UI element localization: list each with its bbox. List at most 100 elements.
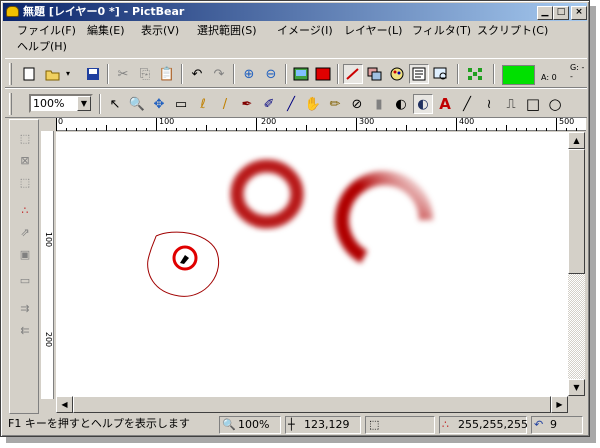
redo-icon[interactable]: ↷ bbox=[209, 64, 229, 84]
frame-icon[interactable]: ▭ bbox=[15, 270, 35, 290]
open-icon[interactable] bbox=[43, 64, 63, 84]
magic-wand-icon[interactable]: / bbox=[215, 94, 235, 114]
menu-view[interactable]: 表示(V) bbox=[139, 23, 181, 39]
standard-toolbar: ▾ ✂ ⎘ 📋 ↶ ↷ ⊕ ⊖ A: 0 G: -- bbox=[5, 58, 587, 88]
toolbar-grip[interactable] bbox=[9, 63, 12, 85]
pictbear-app-icon[interactable] bbox=[6, 6, 19, 17]
brush-icon[interactable]: ╱ bbox=[281, 94, 301, 114]
brush-stroke-arc bbox=[335, 171, 433, 264]
line-icon[interactable]: ╱ bbox=[457, 94, 477, 114]
status-zoom: 🔍 100% bbox=[219, 416, 281, 434]
status-coords: ┼ 123,129 bbox=[285, 416, 361, 434]
preview-icon[interactable] bbox=[431, 64, 451, 84]
vertical-scrollbar[interactable]: ▲ ▼ bbox=[568, 132, 585, 396]
curve-icon[interactable]: ≀ bbox=[479, 94, 499, 114]
text-tool-icon[interactable]: A bbox=[435, 94, 455, 114]
move-icon[interactable]: ✥ bbox=[149, 94, 169, 114]
transform-icon[interactable]: ⇗ bbox=[15, 222, 35, 242]
paste-icon[interactable]: 📋 bbox=[157, 64, 177, 84]
horizontal-scroll-thumb[interactable] bbox=[73, 396, 551, 413]
undo-icon[interactable]: ↶ bbox=[187, 64, 207, 84]
airbrush-icon[interactable]: ✏ bbox=[325, 94, 345, 114]
window-title: 無題 [レイヤー0 *] - PictBear bbox=[23, 5, 185, 18]
new-icon[interactable] bbox=[19, 64, 39, 84]
horizontal-ruler: 0 100 200 300 400 500 bbox=[56, 117, 586, 131]
menu-layer[interactable]: レイヤー(L) bbox=[342, 23, 404, 39]
scroll-left-button[interactable]: ◀ bbox=[56, 396, 73, 413]
undo-status-icon: ↶ bbox=[534, 418, 544, 431]
palette-icon[interactable] bbox=[387, 64, 407, 84]
rect-select-icon[interactable]: ▭ bbox=[171, 94, 191, 114]
grid-icon[interactable] bbox=[465, 64, 485, 84]
tools-toolbar: 100% ▼ ↖ 🔍 ✥ ▭ ℓ / ✒ ✐ ╱ ✋ ✏ ⊘ ▮ ◐ ◐ A ╱… bbox=[5, 88, 587, 118]
app-window: 無題 [レイヤー0 *] - PictBear ▁ □ × ファイル(F) 編集… bbox=[0, 0, 590, 437]
menu-script[interactable]: スクリプト(C) bbox=[475, 23, 550, 39]
eraser-icon[interactable]: ▮ bbox=[369, 94, 389, 114]
ellipse-icon[interactable]: ○ bbox=[545, 94, 565, 114]
red-fill-icon[interactable] bbox=[313, 64, 333, 84]
menu-filter[interactable]: フィルタ(T) bbox=[410, 23, 473, 39]
pen-icon[interactable]: ✒ bbox=[237, 94, 257, 114]
zoom-status-icon: 🔍 bbox=[222, 418, 236, 431]
selection-size-icon: ⬚ bbox=[369, 418, 380, 431]
status-undo-value: 9 bbox=[550, 418, 557, 431]
eyedropper-icon[interactable]: ⊘ bbox=[347, 94, 367, 114]
foreground-color-swatch[interactable] bbox=[502, 65, 535, 85]
scroll-down-button[interactable]: ▼ bbox=[568, 379, 585, 396]
deselect-icon[interactable]: ⊠ bbox=[15, 150, 35, 170]
toolbar-grip[interactable] bbox=[9, 93, 12, 115]
lasso-outline bbox=[147, 231, 220, 297]
properties-icon[interactable] bbox=[409, 64, 429, 84]
menu-image[interactable]: イメージ(I) bbox=[275, 23, 335, 39]
open-dropdown-icon[interactable]: ▾ bbox=[63, 64, 73, 84]
vertical-ruler: 100 200 bbox=[41, 131, 54, 399]
close-button[interactable]: × bbox=[571, 6, 587, 20]
ruler-label: 400 bbox=[459, 117, 475, 126]
cut-icon[interactable]: ✂ bbox=[113, 64, 133, 84]
copy-icon[interactable]: ⎘ bbox=[135, 64, 155, 84]
ruler-label: 200 bbox=[261, 117, 277, 126]
pencil-icon[interactable]: ✐ bbox=[259, 94, 279, 114]
scroll-up-button[interactable]: ▲ bbox=[568, 132, 585, 149]
horizontal-scrollbar[interactable]: ◀ ▶ bbox=[56, 396, 568, 413]
duplicate-icon[interactable]: ▣ bbox=[15, 244, 35, 264]
blur-icon[interactable]: ◐ bbox=[413, 94, 433, 114]
title-bar[interactable]: 無題 [レイヤー0 *] - PictBear ▁ □ × bbox=[3, 3, 587, 21]
status-selection-size: ⬚ bbox=[365, 416, 435, 434]
zoom-tool-icon[interactable]: 🔍 bbox=[127, 94, 147, 114]
lasso-icon[interactable]: ℓ bbox=[193, 94, 213, 114]
layer-icon[interactable] bbox=[365, 64, 385, 84]
color-mode-icon[interactable]: ∴ bbox=[15, 200, 35, 220]
chevron-down-icon[interactable]: ▼ bbox=[77, 96, 91, 111]
drawing-canvas[interactable] bbox=[56, 132, 568, 396]
zoom-in-icon[interactable]: ⊕ bbox=[239, 64, 259, 84]
gradient-icon[interactable]: ◐ bbox=[391, 94, 411, 114]
status-help-text: F1 キーを押すとヘルプを表示します bbox=[8, 417, 190, 430]
canvas-drawing bbox=[147, 159, 433, 297]
menu-selection[interactable]: 選択範囲(S) bbox=[195, 23, 259, 39]
brush-stroke-circle bbox=[230, 159, 304, 229]
status-zoom-value: 100% bbox=[238, 418, 270, 431]
minimize-button[interactable]: ▁ bbox=[537, 6, 553, 20]
brush-settings-icon[interactable] bbox=[343, 64, 363, 84]
select-all-icon[interactable]: ⬚ bbox=[15, 128, 35, 148]
status-undo: ↶ 9 bbox=[531, 416, 583, 434]
select-arrow-icon[interactable]: ↖ bbox=[105, 94, 125, 114]
menu-file[interactable]: ファイル(F) bbox=[15, 23, 78, 39]
zoom-out-icon[interactable]: ⊖ bbox=[261, 64, 281, 84]
menu-edit[interactable]: 編集(E) bbox=[85, 23, 127, 39]
invert-selection-icon[interactable]: ⬚ bbox=[15, 172, 35, 192]
maximize-button[interactable]: □ bbox=[553, 6, 569, 20]
export-icon[interactable]: ⇉ bbox=[15, 298, 35, 318]
rectangle-icon[interactable]: □ bbox=[523, 94, 543, 114]
scroll-right-button[interactable]: ▶ bbox=[551, 396, 568, 413]
side-toolbar: ⬚ ⊠ ⬚ ∴ ⇗ ▣ ▭ ⇉ ⇇ bbox=[9, 119, 39, 414]
image-icon[interactable] bbox=[291, 64, 311, 84]
save-icon[interactable] bbox=[83, 64, 103, 84]
import-icon[interactable]: ⇇ bbox=[15, 320, 35, 340]
polyline-icon[interactable]: ⎍ bbox=[501, 94, 521, 114]
zoom-select[interactable]: 100% ▼ bbox=[29, 94, 93, 113]
vertical-scroll-thumb[interactable] bbox=[568, 149, 585, 274]
menu-help[interactable]: ヘルプ(H) bbox=[15, 39, 69, 55]
hand-icon[interactable]: ✋ bbox=[303, 94, 323, 114]
